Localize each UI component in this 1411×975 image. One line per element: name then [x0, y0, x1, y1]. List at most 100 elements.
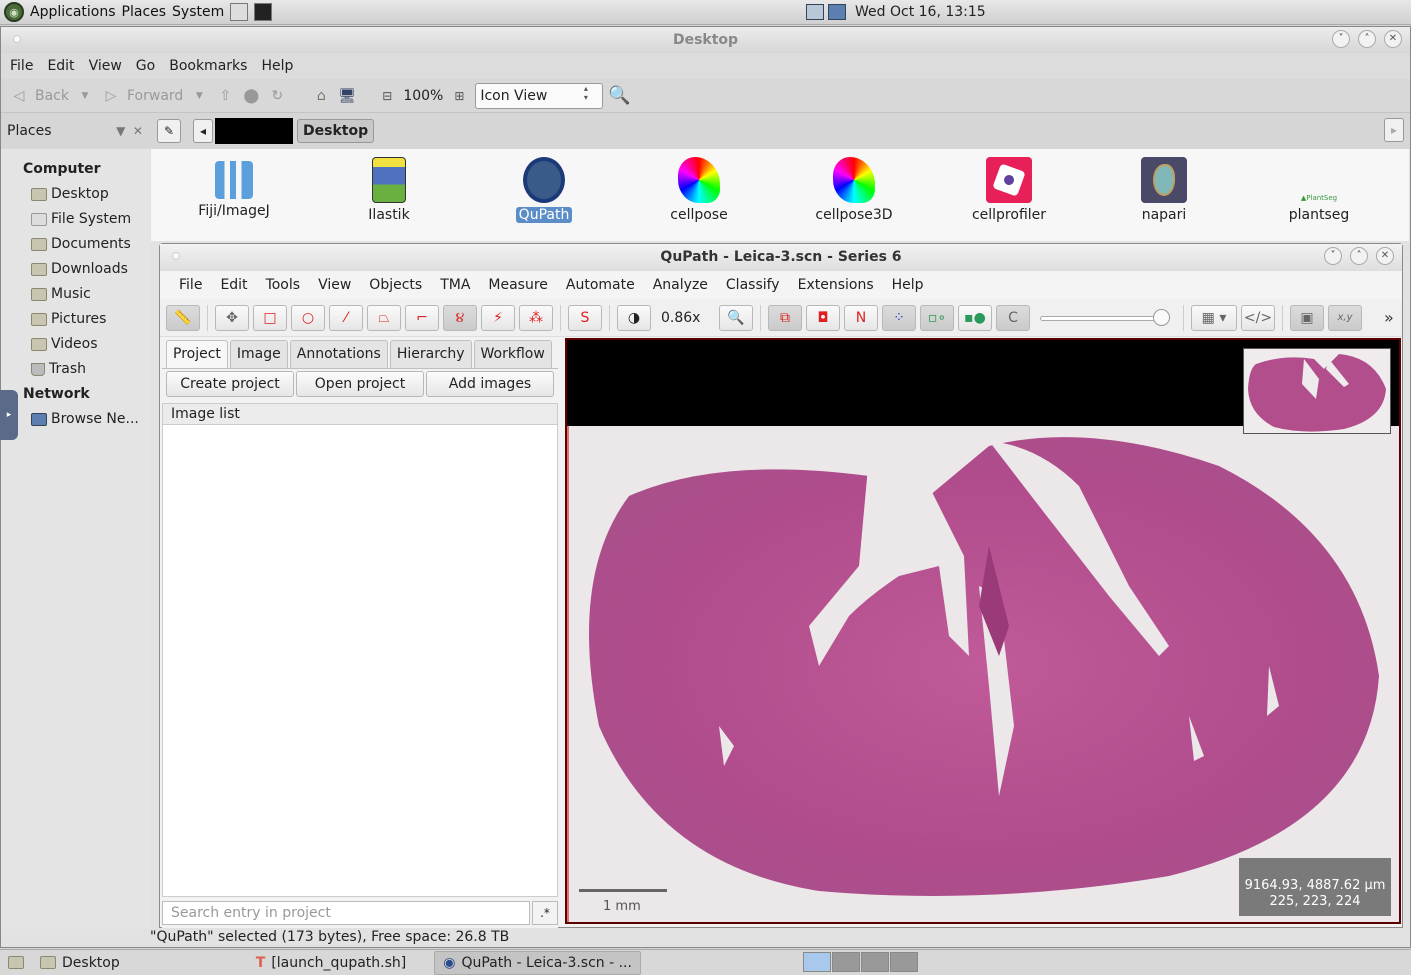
menu-tools[interactable]: Tools [257, 277, 310, 293]
menu-help[interactable]: Help [883, 277, 933, 293]
clock[interactable]: Wed Oct 16, 13:15 [855, 4, 986, 20]
show-names-button[interactable]: N [844, 304, 878, 331]
reload-icon[interactable]: ↻ [267, 86, 287, 106]
zoom-in-icon[interactable]: ⊞ [449, 86, 469, 106]
wand-tool-button[interactable]: ⚡ [481, 304, 515, 331]
window-menu-dot[interactable] [172, 252, 180, 260]
sidebar-item-file-system[interactable]: File System [1, 207, 150, 232]
taskbar-item-desktop[interactable]: Desktop [32, 951, 128, 975]
menu-analyze[interactable]: Analyze [644, 277, 717, 293]
desktop-icon-plantseg[interactable]: ▲PlantSeg plantseg [1264, 157, 1374, 223]
menu-go[interactable]: Go [129, 58, 162, 74]
menu-edit[interactable]: Edit [40, 58, 81, 74]
close-button[interactable]: ✕ [1376, 247, 1394, 265]
ellipse-tool-button[interactable]: ○ [291, 304, 325, 331]
forward-dropdown-icon[interactable]: ▼ [189, 86, 209, 106]
back-button[interactable]: Back [35, 88, 69, 104]
sidebar-item-browse-network[interactable]: Browse Ne... [1, 407, 150, 432]
menu-tma[interactable]: TMA [431, 277, 479, 293]
selection-mode-button[interactable]: S [568, 304, 602, 331]
desktop-icon-cellpose[interactable]: cellpose [644, 157, 754, 223]
menu-automate[interactable]: Automate [557, 277, 644, 293]
path-forward-button[interactable]: ▸ [1384, 118, 1404, 142]
menu-measure[interactable]: Measure [479, 277, 557, 293]
back-dropdown-icon[interactable]: ▼ [75, 86, 95, 106]
taskbar-item-qupath[interactable]: ◉ QuPath - Leica-3.scn - ... [434, 950, 641, 975]
measure-tool-button[interactable]: 📏 [166, 304, 200, 331]
maximize-button[interactable]: ˄ [1358, 30, 1376, 48]
fill-annotations-button[interactable]: ◘ [806, 304, 840, 331]
path-back-button[interactable]: ◂ [193, 119, 213, 143]
sidebar-item-music[interactable]: Music [1, 282, 150, 307]
sidebar-item-pictures[interactable]: Pictures [1, 307, 150, 332]
show-tma-grid-button[interactable]: ⁘ [882, 304, 916, 331]
menu-applications[interactable]: Applications [30, 4, 116, 20]
rectangle-tool-button[interactable]: □ [253, 304, 287, 331]
desktop-icon-cellpose3d[interactable]: cellpose3D [799, 157, 909, 223]
brightness-contrast-button[interactable]: ◑ [617, 304, 651, 331]
path-segment-desktop[interactable]: Desktop [297, 119, 375, 143]
menu-objects[interactable]: Objects [360, 277, 431, 293]
opacity-slider[interactable] [1040, 308, 1170, 328]
close-button[interactable]: ✕ [1384, 30, 1402, 48]
menu-system[interactable]: System [172, 4, 224, 20]
show-location-button[interactable]: x,y [1328, 304, 1362, 331]
menu-help[interactable]: Help [254, 58, 300, 74]
slider-thumb[interactable] [1153, 308, 1170, 326]
maximize-button[interactable]: ˄ [1350, 247, 1368, 265]
menu-view[interactable]: View [309, 277, 360, 293]
workspace-3[interactable] [861, 952, 889, 972]
tab-project[interactable]: Project [166, 340, 228, 368]
overview-thumbnail[interactable] [1243, 348, 1391, 434]
sidebar-item-desktop[interactable]: Desktop [1, 182, 150, 207]
menu-file[interactable]: File [170, 277, 211, 293]
points-tool-button[interactable]: ⁂ [519, 304, 553, 331]
toolbar-overflow-icon[interactable]: » [1384, 308, 1394, 327]
gnome-logo-icon[interactable]: ◉ [4, 2, 24, 22]
window-menu-dot[interactable] [13, 35, 21, 43]
computer-icon[interactable]: 🖥 [337, 86, 357, 106]
tab-workflow[interactable]: Workflow [473, 340, 552, 368]
sidebar-item-trash[interactable]: Trash [1, 357, 150, 382]
measurement-table-button[interactable]: ▦ ▾ [1191, 304, 1237, 331]
image-viewer[interactable]: 1 mm 9164.93, 4887.62 µm 225, 223, 224 [565, 338, 1401, 924]
zoom-out-icon[interactable]: ⊟ [377, 86, 397, 106]
menu-places[interactable]: Places [122, 4, 167, 20]
regex-toggle-button[interactable]: .* [532, 901, 558, 925]
desktop-icon-napari[interactable]: napari [1109, 157, 1219, 223]
show-overview-button[interactable]: ▣ [1290, 304, 1324, 331]
terminal-launcher-icon[interactable] [254, 3, 273, 21]
minimize-button[interactable]: ˅ [1332, 30, 1350, 48]
open-project-button[interactable]: Open project [296, 371, 424, 397]
forward-button[interactable]: Forward [127, 88, 183, 104]
home-icon[interactable]: ⌂ [311, 86, 331, 106]
edit-location-button[interactable]: ✎ [157, 119, 181, 143]
sidebar-item-documents[interactable]: Documents [1, 232, 150, 257]
search-icon[interactable]: 🔍 [608, 85, 630, 106]
image-list[interactable] [162, 425, 558, 897]
network-tray-icon[interactable] [806, 4, 824, 20]
script-editor-button[interactable]: </> [1241, 304, 1275, 331]
menu-file[interactable]: File [3, 58, 40, 74]
tab-annotations[interactable]: Annotations [289, 340, 388, 368]
places-label[interactable]: Places [7, 123, 52, 139]
workspace-4[interactable] [890, 952, 918, 972]
desktop-icon-cellprofiler[interactable]: cellprofiler [954, 157, 1064, 223]
workspace-1[interactable] [803, 952, 831, 972]
tab-hierarchy[interactable]: Hierarchy [389, 340, 472, 368]
zoom-to-fit-button[interactable]: 🔍 [719, 304, 753, 331]
desktop-icon-fiji[interactable]: Fiji/ImageJ [179, 157, 289, 219]
create-project-button[interactable]: Create project [166, 371, 294, 397]
show-annotations-button[interactable]: ⧉ [768, 304, 802, 331]
menu-bookmarks[interactable]: Bookmarks [162, 58, 254, 74]
file-cabinet-launcher-icon[interactable] [230, 3, 249, 21]
places-dropdown-icon[interactable]: ▼ ✕ [116, 124, 143, 138]
project-search-input[interactable]: Search entry in project [162, 901, 530, 925]
menu-view[interactable]: View [82, 58, 129, 74]
show-connections-button[interactable]: C [996, 304, 1030, 331]
brush-tool-button[interactable]: ૪ [443, 304, 477, 331]
show-detections-button[interactable]: ▫∘ [920, 304, 954, 331]
fill-detections-button[interactable]: ▪● [958, 304, 992, 331]
tab-image[interactable]: Image [229, 340, 288, 368]
stop-icon[interactable]: ⬤ [241, 86, 261, 106]
